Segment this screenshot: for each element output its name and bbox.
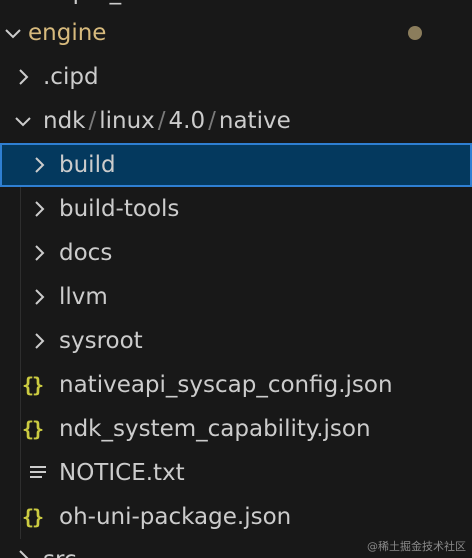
tree-item-sysroot[interactable]: sysroot [0, 319, 472, 363]
tree-item-build-tools[interactable]: build-tools [0, 187, 472, 231]
tree-item-label: .cipd [43, 64, 99, 90]
path-part-version[interactable]: 4.0 [169, 108, 206, 134]
tree-item-ndk-path[interactable]: ndk / linux / 4.0 / native [0, 99, 472, 143]
chevron-right-icon [28, 242, 50, 264]
tree-item-cipd[interactable]: .cipd [0, 55, 472, 99]
modified-dot-icon [408, 26, 422, 40]
tree-item-label: nativeapi_syscap_config.json [59, 372, 393, 398]
chevron-right-icon [12, 547, 34, 558]
chevron-right-icon [28, 286, 50, 308]
chevron-right-icon [28, 330, 50, 352]
path-part-ndk[interactable]: ndk [43, 108, 86, 134]
file-explorer-tree: ohpm_s engine .cipd ndk / linux / 4.0 / … [0, 0, 472, 558]
tree-item-label: NOTICE.txt [59, 460, 185, 486]
tree-item-build[interactable]: build [0, 143, 472, 187]
json-braces-icon: {} [22, 373, 44, 397]
text-file-icon [28, 463, 54, 483]
tree-item-label: src [43, 547, 77, 558]
tree-item-ndk-system-capability[interactable]: {} ndk_system_capability.json [0, 407, 472, 451]
chevron-down-icon [2, 22, 24, 44]
path-part-native[interactable]: native [219, 108, 291, 134]
path-separator: / [88, 108, 97, 134]
path-separator: / [157, 108, 166, 134]
chevron-right-icon [28, 154, 50, 176]
tree-item-label: sysroot [59, 328, 143, 354]
tree-item-label: build [59, 152, 116, 178]
path-separator: / [208, 108, 216, 134]
tree-item-notice[interactable]: NOTICE.txt [0, 451, 472, 495]
tree-item-llvm[interactable]: llvm [0, 275, 472, 319]
tree-item-nativeapi-syscap-config[interactable]: {} nativeapi_syscap_config.json [0, 363, 472, 407]
tree-item-label: build-tools [59, 196, 180, 222]
watermark: @稀土掘金技术社区 [367, 540, 466, 553]
path-part-linux[interactable]: linux [99, 108, 155, 134]
tree-item-engine[interactable]: engine [0, 11, 472, 55]
tree-item-oh-uni-package[interactable]: {} oh-uni-package.json [0, 495, 472, 539]
json-braces-icon: {} [22, 505, 44, 529]
chevron-down-icon [12, 110, 34, 132]
tree-item-label: llvm [59, 284, 108, 310]
tree-item-docs[interactable]: docs [0, 231, 472, 275]
chevron-right-icon [12, 66, 34, 88]
chevron-right-icon [28, 198, 50, 220]
partial-top-label: ohpm_s [44, 0, 133, 5]
tree-item-label: engine [28, 20, 107, 46]
json-braces-icon: {} [22, 417, 44, 441]
tree-item-label: docs [59, 240, 113, 266]
tree-item-label: oh-uni-package.json [59, 504, 292, 530]
tree-item-label: ndk_system_capability.json [59, 416, 371, 442]
